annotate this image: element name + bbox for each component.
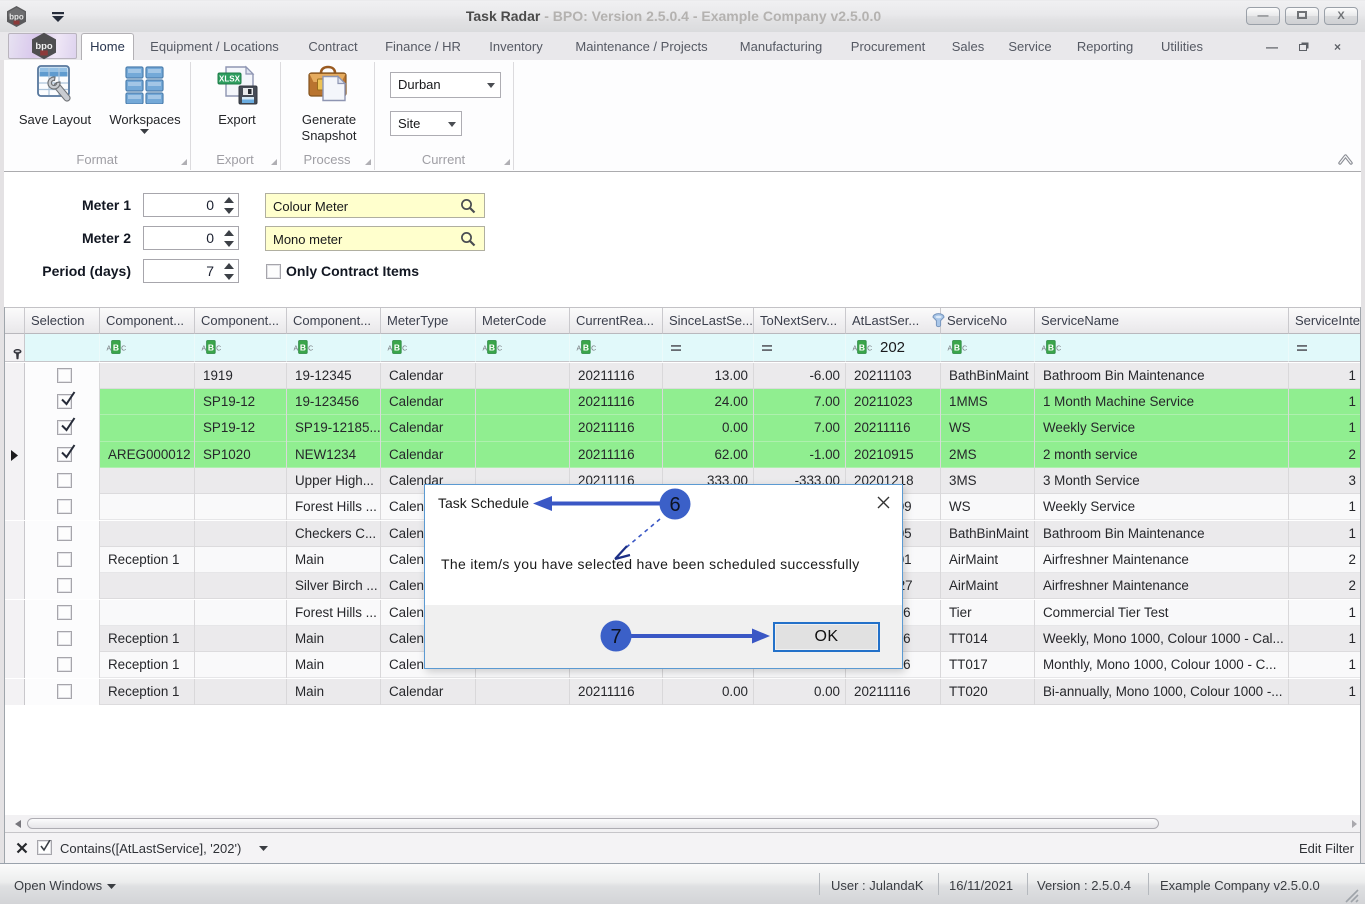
- svg-text:A: A: [387, 345, 392, 352]
- svg-text:C: C: [402, 345, 407, 352]
- svg-text:A: A: [293, 345, 298, 352]
- svg-text:A: A: [482, 345, 487, 352]
- svg-text:A: A: [201, 345, 206, 352]
- svg-text:XLSX: XLSX: [219, 75, 241, 84]
- svg-text:C: C: [962, 345, 967, 352]
- svg-text:B: B: [113, 343, 119, 353]
- svg-text:A: A: [106, 345, 111, 352]
- svg-text:B: B: [954, 343, 960, 353]
- svg-text:B: B: [1048, 343, 1054, 353]
- svg-text:C: C: [867, 345, 872, 352]
- svg-text:C: C: [121, 345, 126, 352]
- svg-text:B: B: [208, 343, 214, 353]
- svg-text:A: A: [576, 345, 581, 352]
- svg-text:A: A: [852, 345, 857, 352]
- svg-text:C: C: [308, 345, 313, 352]
- svg-text:C: C: [1056, 345, 1061, 352]
- svg-text:C: C: [591, 345, 596, 352]
- svg-text:C: C: [497, 345, 502, 352]
- svg-text:B: B: [583, 343, 589, 353]
- svg-text:A: A: [947, 345, 952, 352]
- svg-text:A: A: [1041, 345, 1046, 352]
- svg-text:B: B: [394, 343, 400, 353]
- svg-text:B: B: [489, 343, 495, 353]
- svg-text:C: C: [216, 345, 221, 352]
- svg-text:B: B: [859, 343, 865, 353]
- svg-text:B: B: [300, 343, 306, 353]
